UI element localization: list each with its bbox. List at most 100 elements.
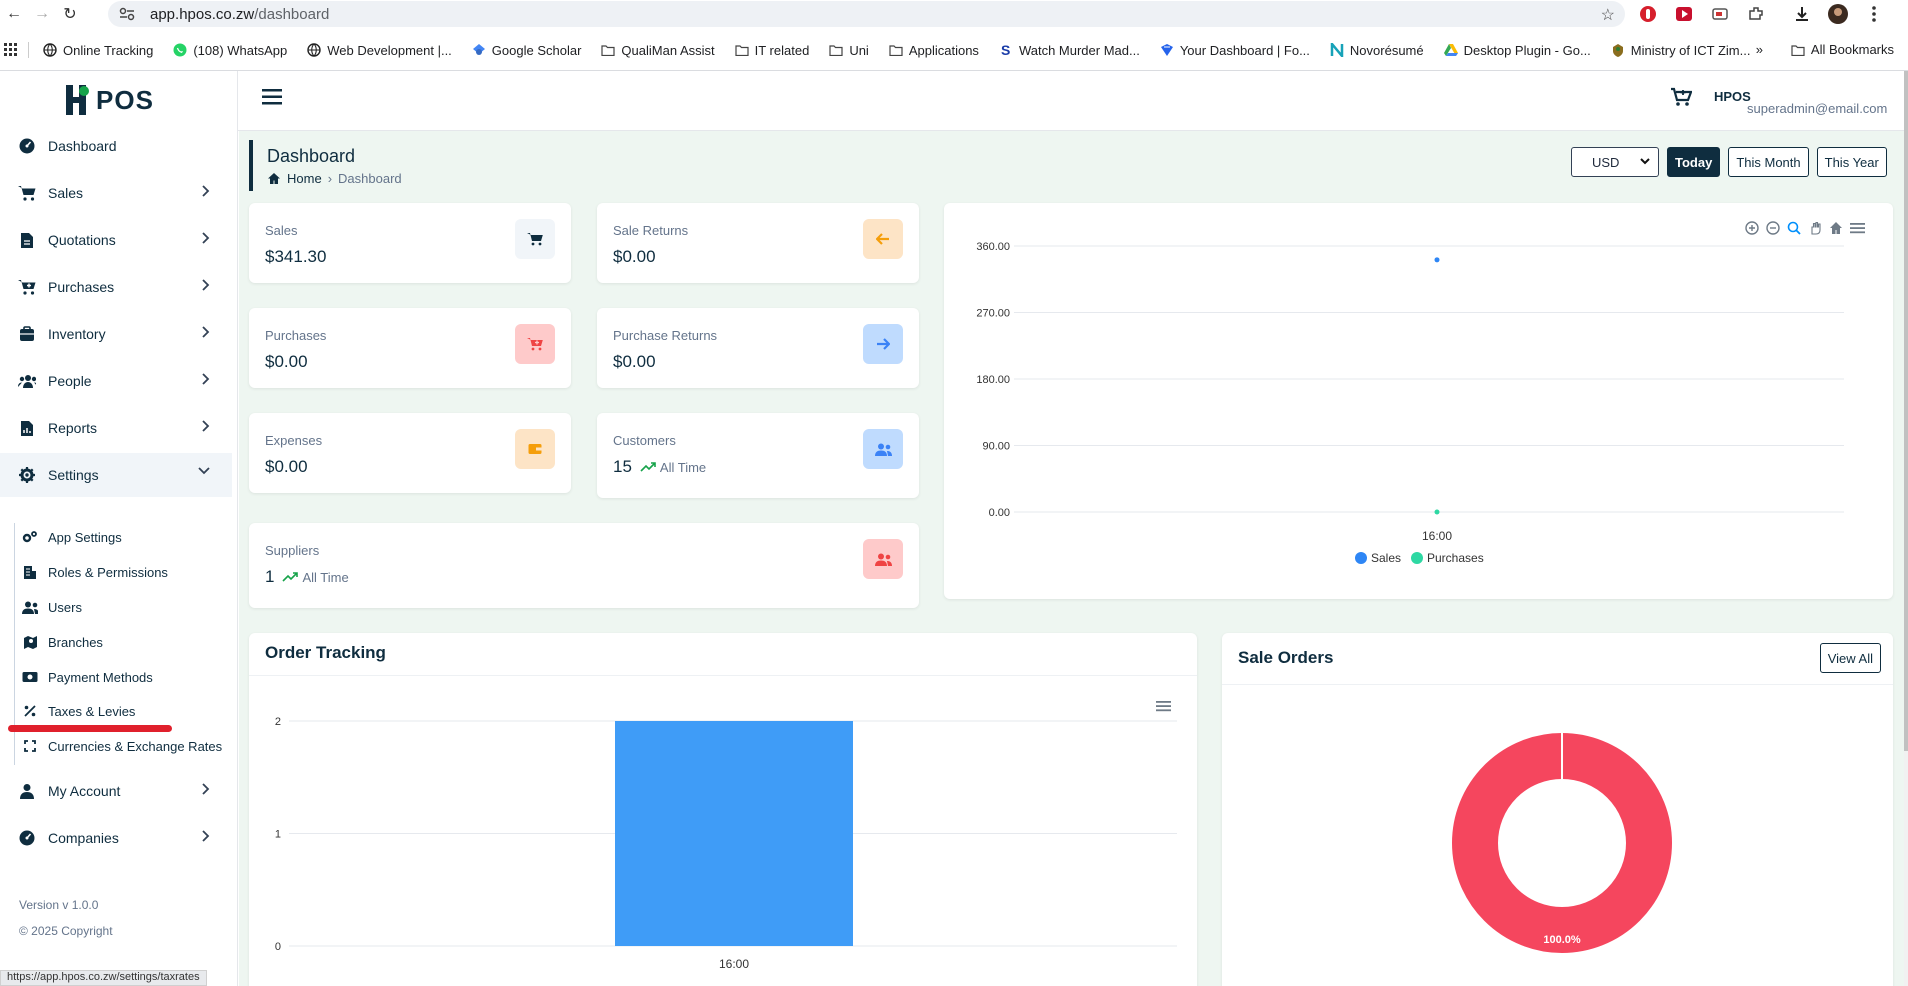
y-tick-label: 180.00 [976,374,1010,386]
sidebar-item-companies[interactable]: Companies [0,816,232,860]
sales-purchases-chart: 360.00 270.00 180.00 90.00 0.00 16:00 Sales Pur… [976,241,1844,565]
bar-chart-menu-icon[interactable] [1156,699,1171,713]
bookmark-item[interactable]: Uni [829,43,869,58]
stat-card-purchases: Purchases $0.00 [249,308,571,388]
bookmark-item[interactable]: S Watch Murder Mad... [999,43,1140,58]
y-tick-label: 2 [275,716,281,728]
forward-button[interactable]: → [28,0,56,28]
settings-sub-item[interactable]: Payment Methods [22,662,153,692]
profile-avatar[interactable] [1826,2,1850,26]
sidebar-item-label: Reports [48,420,98,436]
sidebar-item-settings[interactable]: Settings [0,453,232,497]
bookmark-label: Uni [849,42,869,58]
settings-sub-label: Payment Methods [48,669,153,685]
this-month-button[interactable]: This Month [1728,147,1809,177]
sidebar-item-quotations[interactable]: Quotations [0,218,232,262]
extension-cast-icon[interactable] [1708,2,1732,26]
bookmark-star-icon[interactable]: ☆ [1601,5,1615,25]
sidebar-item-inventory[interactable]: Inventory [0,312,232,356]
copyright: © 2025 Copyright [19,924,113,938]
y-tick-label: 360.00 [976,241,1010,253]
more-bookmarks-button[interactable]: » [1756,42,1763,57]
period-controls: USD Today This Month This Year [1571,147,1887,177]
sidebar-item-purchases[interactable]: Purchases [0,265,232,309]
breadcrumb-home[interactable]: Home [287,171,322,186]
bookmark-item[interactable]: Desktop Plugin - Go... [1443,43,1591,58]
bookmark-label: Your Dashboard | Fo... [1179,42,1310,58]
settings-sub-label: Users [48,599,82,615]
x-tick-label: 16:00 [1422,529,1452,543]
address-bar[interactable]: app.hpos.co.zw/dashboard ☆ [108,1,1625,27]
reload-button[interactable]: ↻ [56,0,84,28]
sidebar-item-label: Sales [48,185,84,201]
scrollbar-thumb[interactable] [1904,71,1908,751]
trend-label: All Time [659,459,707,475]
bookmark-item[interactable]: Novorésumé [1330,43,1424,58]
bookmark-item[interactable]: QualiMan Assist [601,43,715,58]
sidebar-item-people[interactable]: People [0,359,232,403]
bookmark-item[interactable]: IT related [735,43,809,58]
data-point-purchases [1434,509,1440,515]
reset-zoom-icon[interactable] [1829,221,1843,235]
site-info-icon[interactable] [118,5,136,23]
zoom-out-icon[interactable] [1766,221,1780,235]
sidebar-item-dashboard[interactable]: Dashboard [0,124,232,168]
donut-slice [1452,733,1672,953]
sidebar-item-my-account[interactable]: My Account [0,769,232,813]
bookmark-label: Google Scholar [491,42,582,58]
apps-grid-icon[interactable] [4,43,18,57]
stat-value: $0.00 [265,457,308,476]
bookmark-item[interactable]: Applications [889,43,979,58]
settings-sub-item[interactable]: App Settings [22,522,122,552]
bookmark-label: Novorésumé [1349,42,1424,58]
percent-icon [22,703,38,719]
stat-label: Sales [265,223,298,238]
app-logo[interactable]: POS [62,83,154,117]
download-icon[interactable] [1790,2,1814,26]
bookmark-item[interactable]: Online Tracking [43,43,153,58]
extension-video-icon[interactable] [1672,2,1696,26]
this-year-button[interactable]: This Year [1816,147,1887,177]
pan-icon[interactable] [1808,221,1822,235]
cart-icon [515,219,555,259]
stat-value-row: $0.00 [613,247,656,267]
back-button[interactable]: ← [0,0,28,28]
bookmark-item[interactable]: Google Scholar [472,42,582,58]
chart-menu-icon[interactable] [1850,221,1865,235]
legend-label: Sales [1371,551,1401,565]
bookmark-item[interactable]: Your Dashboard | Fo... [1160,43,1310,58]
view-all-button[interactable]: View All [1819,643,1881,673]
zoom-in-icon[interactable] [1745,221,1759,235]
legend-label: Purchases [1427,551,1484,565]
bookmark-item[interactable]: Ministry of ICT Zim... [1611,43,1750,58]
cart-icon [18,184,36,202]
all-bookmarks-button[interactable]: All Bookmarks [1791,42,1894,57]
sidebar-item-sales[interactable]: Sales [0,171,232,215]
zoom-selection-icon[interactable] [1787,221,1801,235]
pos-cart-icon[interactable] [1670,87,1692,107]
folder-icon [735,43,749,57]
extensions-puzzle-icon[interactable] [1744,2,1768,26]
today-button[interactable]: Today [1667,147,1721,177]
currency-select[interactable]: USD [1571,147,1659,177]
settings-sub-item[interactable]: Branches [22,627,103,657]
bookmark-label: Applications [908,42,979,58]
user-logo[interactable]: HPOS [1714,89,1751,104]
settings-sub-item[interactable]: Currencies & Exchange Rates [22,731,222,761]
browser-menu-icon[interactable] [1862,2,1886,26]
sidebar-item-reports[interactable]: Reports [0,406,232,450]
whatsapp-icon [173,43,187,57]
top-bar: HPOS superadmin@email.com [238,71,1904,131]
menu-toggle-icon[interactable] [262,89,282,105]
bookmark-item[interactable]: (108) WhatsApp [173,43,287,58]
bookmark-item[interactable]: Web Development |... [307,43,452,58]
extension-red-icon[interactable] [1636,2,1660,26]
document-icon [18,231,36,249]
settings-sub-item[interactable]: Roles & Permissions [22,557,168,587]
settings-sub-item[interactable]: Users [22,592,82,622]
settings-sub-item[interactable]: Taxes & Levies [22,696,135,726]
user-email[interactable]: superadmin@email.com [1747,101,1887,116]
chevron-right-icon [202,326,210,338]
wallet-icon [515,429,555,469]
stat-value: 15 [613,457,632,476]
